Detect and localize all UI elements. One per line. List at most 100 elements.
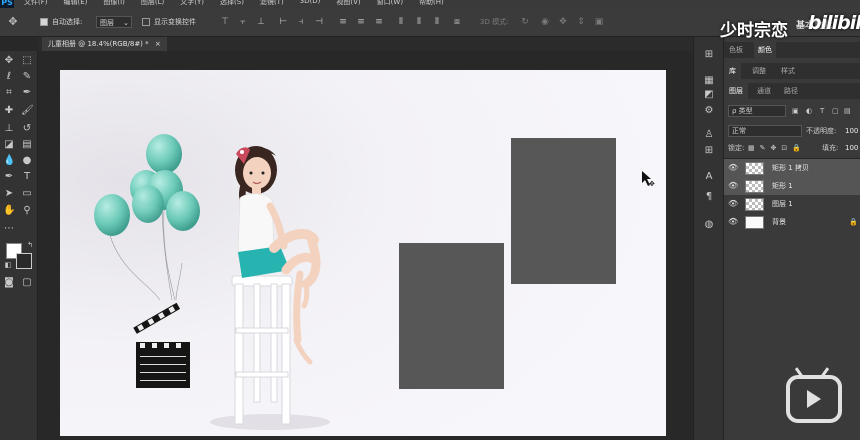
layer-row-layer1[interactable]: 👁 图层 1	[724, 195, 860, 213]
align-hcenter-icon[interactable]: ⫞	[296, 17, 306, 27]
lasso-icon[interactable]: ℓ	[3, 71, 15, 83]
filter-smart-icon[interactable]: ▤	[844, 103, 851, 119]
eye-icon[interactable]: 👁	[728, 195, 738, 213]
menu-item[interactable]: 编辑(E)	[64, 0, 88, 7]
tool-presets-icon[interactable]: ⊞	[703, 145, 715, 157]
gradient-icon[interactable]: ▤	[21, 139, 33, 151]
default-colors-icon[interactable]: ◧	[2, 259, 14, 271]
layer-row-rect[interactable]: 👁 矩形 1	[724, 177, 860, 195]
healing-brush-icon[interactable]: ✚	[3, 105, 15, 117]
layer-row-rect-copy[interactable]: 👁 矩形 1 拷贝	[724, 159, 860, 177]
tab-library[interactable]: 库	[724, 63, 741, 79]
move-icon[interactable]: ✥	[3, 55, 15, 67]
menu-item[interactable]: 文件(F)	[24, 0, 48, 7]
align-top-icon[interactable]: ⊤	[220, 17, 230, 27]
menu-item[interactable]: 3D(D)	[300, 0, 321, 7]
auto-select-checkbox[interactable]	[40, 18, 48, 26]
swap-colors-icon[interactable]: ↰	[24, 239, 36, 251]
show-transform-checkbox[interactable]	[142, 18, 150, 26]
layer-filter-dropdown[interactable]: ρ 类型	[728, 105, 786, 117]
blur-icon[interactable]: 💧	[3, 155, 15, 167]
more-tools-icon[interactable]: ⋯	[3, 223, 15, 235]
dodge-icon[interactable]: ●	[21, 155, 33, 167]
3d-rotate-icon[interactable]: ↻	[520, 17, 530, 27]
screen-mode-icon[interactable]: ▢	[21, 277, 33, 289]
menu-item[interactable]: 滤镜(T)	[260, 0, 284, 7]
marquee-icon[interactable]: ⬚	[21, 55, 33, 67]
eye-icon[interactable]: 👁	[728, 177, 738, 195]
align-bottom-icon[interactable]: ⊥	[256, 17, 266, 27]
auto-select-dropdown[interactable]: 图层 ⌄	[96, 16, 132, 28]
menu-item[interactable]: 视图(V)	[336, 0, 360, 7]
close-icon[interactable]: ×	[155, 40, 161, 48]
path-select-icon[interactable]: ➤	[3, 188, 15, 200]
paragraph-icon[interactable]: ¶	[703, 191, 715, 203]
3d-slide-icon[interactable]: ⇕	[576, 17, 586, 27]
fill-value[interactable]: 100	[845, 140, 858, 156]
adjust-icon[interactable]: ◩	[703, 89, 715, 101]
distribute-left-icon[interactable]: ⦀	[396, 17, 406, 27]
tab-layers[interactable]: 图层	[724, 83, 748, 99]
menu-item[interactable]: 窗口(W)	[377, 0, 403, 7]
character-icon[interactable]: A	[703, 171, 715, 183]
document-tab[interactable]: 儿童相册 @ 18.4%(RGB/8#) * ×	[42, 37, 167, 51]
3d-pan-icon[interactable]: ✥	[558, 17, 568, 27]
filter-shape-icon[interactable]: ▢	[832, 103, 839, 119]
tab-swatches[interactable]: 色板	[729, 42, 743, 58]
lock-icons[interactable]: ▦✎✥⊡🔒	[748, 140, 806, 156]
eye-icon[interactable]: 👁	[728, 213, 738, 231]
distribute-bottom-icon[interactable]: ≡	[374, 17, 384, 27]
tab-color[interactable]: 颜色	[754, 42, 776, 58]
eyedropper-icon[interactable]: ✒	[21, 87, 33, 99]
hand-icon[interactable]: ✋	[3, 205, 15, 217]
quick-select-icon[interactable]: ✎	[21, 71, 33, 83]
3d-mode-label: 3D 模式:	[480, 18, 509, 26]
align-left-icon[interactable]: ⊢	[278, 17, 288, 27]
3d-icon[interactable]: ◍	[703, 219, 715, 231]
menu-item[interactable]: 图层(L)	[141, 0, 164, 7]
align-right-icon[interactable]: ⊣	[314, 17, 324, 27]
blend-mode-dropdown[interactable]: 正常	[728, 125, 802, 137]
clone-stamp-icon[interactable]: ⊥	[3, 123, 15, 135]
tab-adjustments[interactable]: 调整	[752, 63, 766, 79]
history-brush-icon[interactable]: ↺	[21, 123, 33, 135]
distribute-top-icon[interactable]: ≡	[338, 17, 348, 27]
menu-item[interactable]: 文字(Y)	[180, 0, 204, 7]
rectangle-icon[interactable]: ▭	[21, 188, 33, 200]
auto-align-icon[interactable]: ⧈	[452, 17, 462, 27]
pen-icon[interactable]: ✒	[3, 171, 15, 183]
rectangle-shape-1[interactable]	[399, 243, 504, 389]
tab-paths[interactable]: 路径	[784, 83, 798, 99]
filter-type-icon[interactable]: T	[820, 103, 824, 119]
3d-roll-icon[interactable]: ◉	[540, 17, 550, 27]
distribute-right-icon[interactable]: ⦀	[432, 17, 442, 27]
opacity-value[interactable]: 100	[845, 123, 858, 139]
properties-icon[interactable]: ▦	[703, 75, 715, 87]
brushes-icon[interactable]: ⚙	[703, 105, 715, 117]
eye-icon[interactable]: 👁	[728, 159, 738, 177]
align-vcenter-icon[interactable]: ⫟	[238, 17, 248, 27]
filter-adjustment-icon[interactable]: ◐	[806, 103, 812, 119]
distribute-vcenter-icon[interactable]: ≡	[356, 17, 366, 27]
history-icon[interactable]: ⊞	[703, 49, 715, 61]
menu-item[interactable]: 图像(I)	[103, 0, 125, 7]
filter-pixel-icon[interactable]: ▣	[792, 103, 799, 119]
quick-mask-icon[interactable]: ◙	[3, 277, 15, 289]
menu-item[interactable]: 选择(S)	[220, 0, 244, 7]
layer-row-background[interactable]: 👁 背景 🔒	[724, 213, 860, 231]
tab-channels[interactable]: 通道	[757, 83, 771, 99]
crop-icon[interactable]: ⌗	[3, 87, 15, 99]
rectangle-shape-1-copy[interactable]	[511, 138, 616, 284]
zoom-icon[interactable]: ⚲	[21, 205, 33, 217]
document-canvas[interactable]: ✥	[60, 70, 666, 436]
clone-source-icon[interactable]: ♙	[703, 129, 715, 141]
type-icon[interactable]: T	[21, 171, 33, 183]
tab-styles[interactable]: 样式	[781, 63, 795, 79]
brush-icon[interactable]: 🖌	[21, 105, 34, 117]
distribute-hcenter-icon[interactable]: ⦀	[414, 17, 424, 27]
3d-scale-icon[interactable]: ▣	[594, 17, 604, 27]
background-color-swatch[interactable]	[16, 253, 32, 269]
eraser-icon[interactable]: ◪	[3, 139, 15, 151]
move-tool-icon[interactable]: ✥	[8, 16, 18, 27]
menu-item[interactable]: 帮助(H)	[419, 0, 444, 7]
